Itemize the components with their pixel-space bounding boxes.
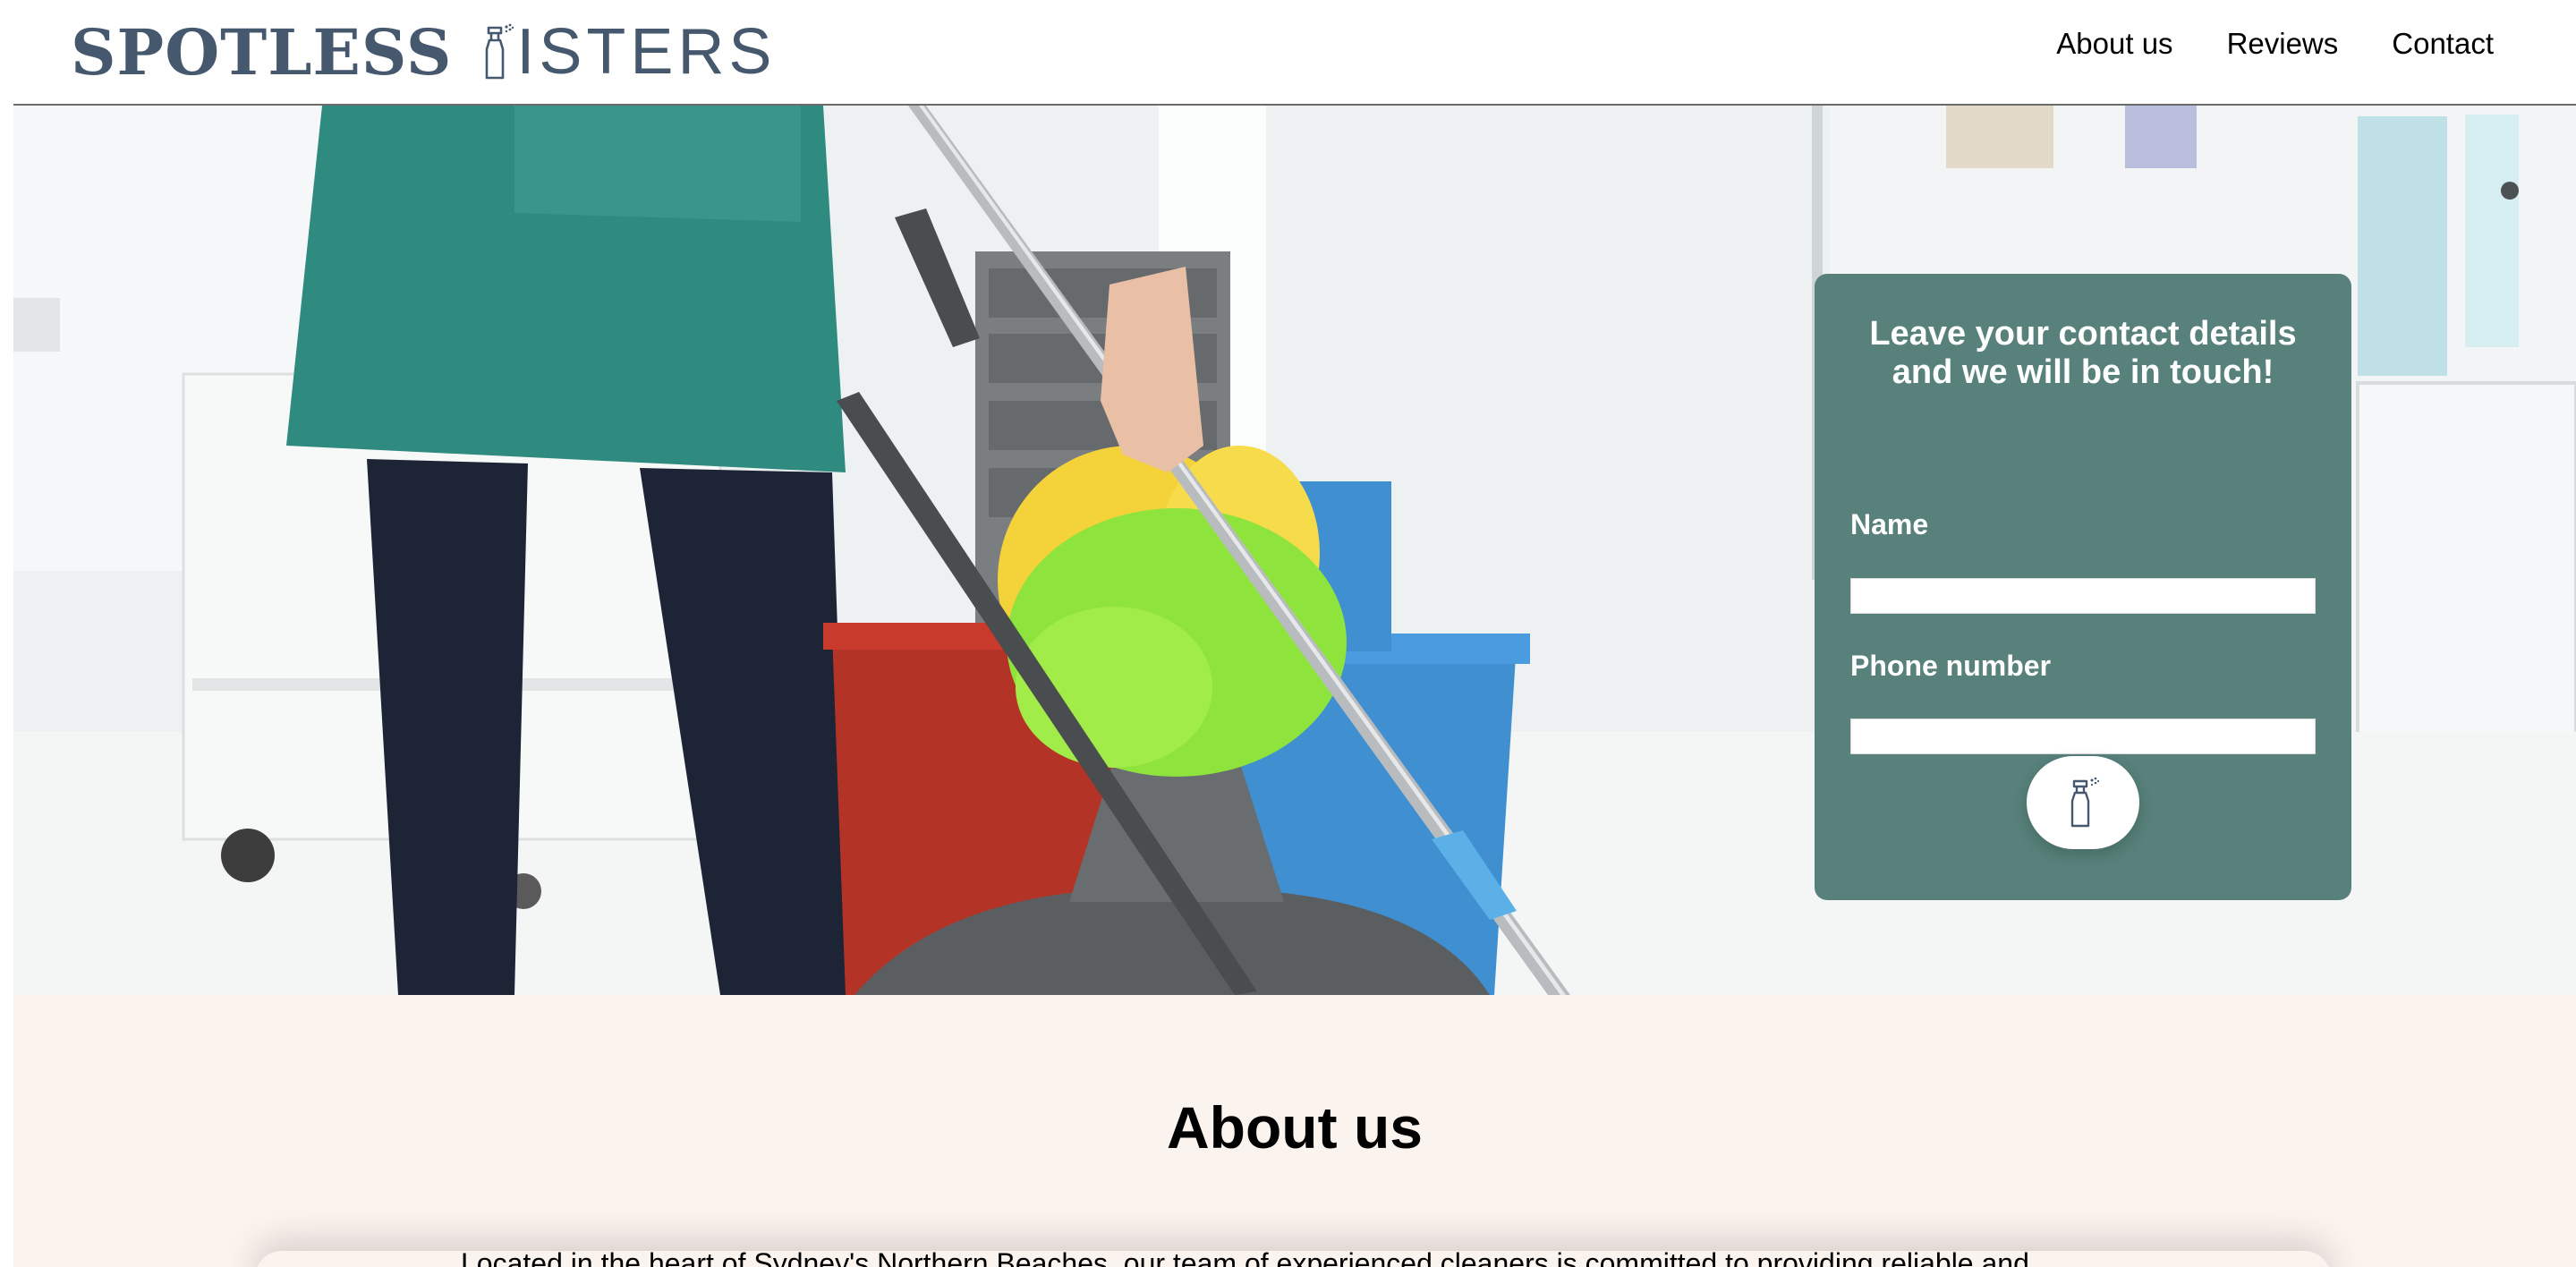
contact-form-card: Leave your contact details and we will b… <box>1815 274 2351 900</box>
nav-reviews[interactable]: Reviews <box>2227 27 2339 61</box>
phone-label: Phone number <box>1850 650 2052 682</box>
page: SPOTLESS ISTERS About us Reviews Contact <box>13 0 2576 1267</box>
spray-bottle-icon <box>2070 777 2100 828</box>
name-label: Name <box>1850 508 1929 540</box>
nav-contact[interactable]: Contact <box>2392 27 2494 61</box>
name-input[interactable] <box>1850 578 2316 614</box>
about-text: Located in the heart of Sydney's Norther… <box>461 1247 2029 1267</box>
contact-form-title: Leave your contact details and we will b… <box>1869 315 2297 391</box>
logo[interactable]: SPOTLESS ISTERS <box>71 7 776 97</box>
submit-button[interactable] <box>2027 756 2139 849</box>
about-section: About us Located in the heart of Sydney'… <box>13 995 2576 1267</box>
site-header: SPOTLESS ISTERS About us Reviews Contact <box>13 0 2576 106</box>
hero-banner: Leave your contact details and we will b… <box>13 106 2576 995</box>
logo-wordmark-bold: SPOTLESS <box>71 14 453 89</box>
main-nav: About us Reviews Contact <box>2056 27 2494 61</box>
spray-bottle-icon <box>486 23 514 80</box>
about-title: About us <box>1167 1094 1423 1161</box>
logo-wordmark-light: ISTERS <box>516 16 777 88</box>
nav-about-us[interactable]: About us <box>2056 27 2172 61</box>
phone-input[interactable] <box>1850 719 2316 754</box>
